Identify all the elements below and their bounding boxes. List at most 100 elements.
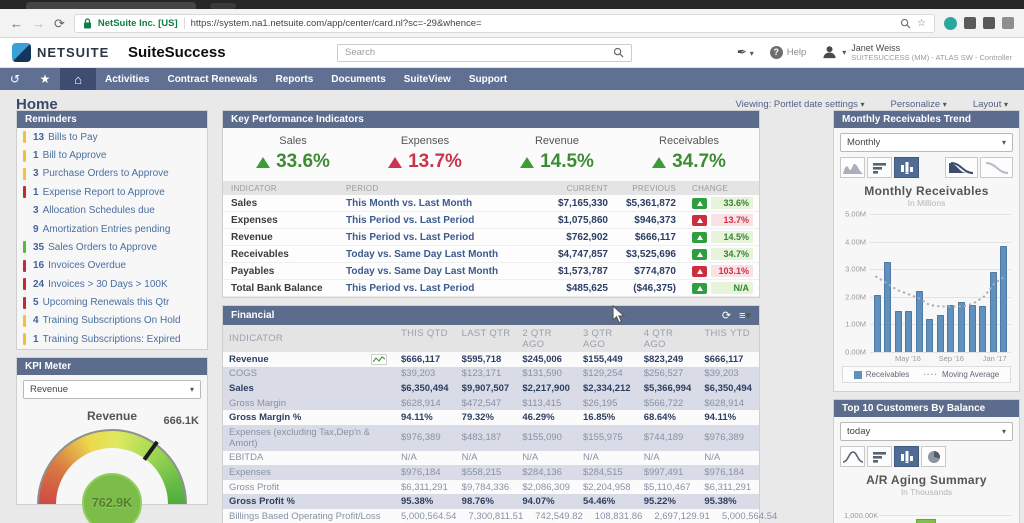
nav-item[interactable]: Reports (267, 74, 323, 85)
kpi-headline: Sales 33.6% Expenses 13.7% Revenue 14.5% Recei… (223, 128, 759, 181)
url-text[interactable]: https://system.na1.netsuite.com/app/cent… (191, 18, 894, 29)
area-chart-type-button[interactable] (840, 157, 865, 178)
refresh-icon[interactable]: ⟳ (722, 309, 731, 322)
extension-icon[interactable] (1002, 17, 1014, 29)
reminder-item[interactable]: 13 Bills to Pay (17, 128, 207, 146)
home-icon[interactable]: ⌂ (60, 68, 96, 90)
search-icon[interactable] (613, 47, 624, 58)
layout-menu[interactable]: Layout ▾ (973, 99, 1008, 110)
kpi-row[interactable]: Receivables Today vs. Same Day Last Month… (223, 246, 759, 263)
receivables-period-select[interactable]: Monthly ▾ (840, 133, 1013, 152)
vbar-chart-type-button[interactable] (894, 446, 919, 467)
kpi-gauge[interactable]: 666.1K 762.9K (37, 415, 199, 523)
nav-item[interactable]: Documents (322, 74, 394, 85)
financial-row[interactable]: EBITDA N/A N/A N/A N/A N/A N/A (223, 450, 759, 466)
help-menu[interactable]: ? Help (769, 45, 806, 59)
financial-row[interactable]: Expenses (excluding Tax,Dep'n & Amort) $9… (223, 424, 759, 451)
financial-value: $155,090 (522, 432, 562, 444)
vbar-chart-type-button[interactable] (894, 157, 919, 178)
kpi-portlet-header[interactable]: Key Performance Indicators (223, 111, 759, 128)
portlet-menu-icon[interactable]: ≡▾ (739, 309, 751, 322)
nav-item[interactable]: SuiteView (395, 74, 460, 85)
nav-item[interactable]: Contract Renewals (158, 74, 266, 85)
kpi-headline-item[interactable]: Receivables 34.7% (623, 135, 755, 173)
kpi-row[interactable]: Total Bank Balance This Period vs. Last P… (223, 280, 759, 297)
netsuite-logo-icon[interactable] (12, 43, 31, 62)
browser-back-icon[interactable]: ← (10, 17, 23, 30)
hbar-chart-type-button[interactable] (867, 446, 892, 467)
reminder-item[interactable]: 16 Invoices Overdue (17, 257, 207, 275)
line-chart-type-button[interactable] (840, 446, 865, 467)
main-nav: ↺ ★ ⌂ Activities Contract Renewals Reports… (0, 68, 1024, 90)
column-header: THIS YTD (704, 327, 750, 339)
nav-item[interactable]: Support (460, 74, 516, 85)
top-customers-select[interactable]: today ▾ (840, 422, 1013, 441)
url-box[interactable]: NetSuite Inc. [US] https://system.na1.ne… (73, 13, 935, 33)
financial-header[interactable]: Financial ⟳ ≡▾ (223, 306, 759, 325)
reminder-item[interactable]: 35 Sales Orders to Approve (17, 238, 207, 256)
url-search-icon[interactable] (900, 18, 911, 29)
kpi-row[interactable]: Revenue This Period vs. Last Period $762,9… (223, 229, 759, 246)
y-axis-tick: 0.00M (845, 347, 866, 357)
financial-value: $976,389 (401, 432, 441, 444)
reminder-item[interactable]: 9 Amortization Entries pending (17, 220, 207, 238)
extension-icon[interactable] (964, 17, 976, 29)
kpi-meter-header[interactable]: KPI Meter (17, 357, 207, 375)
financial-row[interactable]: Gross Profit $6,311,291 $9,784,336 $2,086,3… (223, 479, 759, 495)
reminder-item[interactable]: 4 Training Subscriptions On Hold (17, 312, 207, 330)
financial-row[interactable]: Revenue $666,117 $595,718 $245,006 $155,449 $… (223, 352, 759, 367)
legend-swatch-receivables (853, 370, 862, 379)
hbar-chart-type-button[interactable] (867, 157, 892, 178)
bookmark-star-icon[interactable]: ☆ (917, 18, 926, 29)
financial-indicator: Gross Margin (229, 397, 287, 409)
reminder-item[interactable]: 3 Allocation Schedules due (17, 202, 207, 220)
user-menu[interactable]: ▾ Janet Weiss SUITESUCCESS (MM) - ATLAS … (822, 43, 1012, 62)
extension-icon[interactable] (944, 16, 957, 30)
kpi-meter-select[interactable]: Revenue ▾ (23, 379, 201, 399)
financial-value: 94.11% (401, 412, 433, 424)
receivables-trend-header[interactable]: Monthly Receivables Trend (834, 111, 1019, 128)
trend-style-light-button[interactable] (980, 157, 1013, 178)
reminder-item[interactable]: 1 Training Subscriptions: Expired (17, 330, 207, 348)
reminder-item[interactable]: 1 Bill to Approve (17, 146, 207, 164)
browser-extensions (944, 16, 1014, 30)
financial-row[interactable]: COGS $39,203 $123,171 $131,590 $129,254 $256,… (223, 366, 759, 382)
financial-value: 7,300,811.51 (468, 510, 524, 522)
pie-chart-type-button[interactable] (921, 446, 946, 467)
kpi-row[interactable]: Sales This Month vs. Last Month $7,165,330… (223, 195, 759, 212)
kpi-headline-item[interactable]: Revenue 14.5% (491, 135, 623, 173)
kpi-row[interactable]: Payables Today vs. Same Day Last Month $1,… (223, 263, 759, 280)
financial-row[interactable]: Sales $6,350,494 $9,907,507 $2,217,900 $2,33… (223, 381, 759, 396)
viewing-menu[interactable]: Viewing: Portlet date settings ▾ (736, 99, 865, 110)
kpi-row[interactable]: Expenses This Period vs. Last Period $1,07… (223, 212, 759, 229)
financial-row[interactable]: Gross Profit % 95.38% 98.76% 94.07% 54.46% 95… (223, 494, 759, 509)
top-customers-header[interactable]: Top 10 Customers By Balance (834, 400, 1019, 417)
shortcuts-star-icon[interactable]: ★ (30, 72, 60, 86)
nav-item[interactable]: Activities (96, 74, 158, 85)
financial-row[interactable]: Gross Margin % 94.11% 79.32% 46.29% 16.85% 68… (223, 410, 759, 425)
global-search-input[interactable]: Search (337, 43, 632, 62)
browser-refresh-icon[interactable]: ⟳ (54, 17, 65, 30)
personalize-menu[interactable]: Personalize ▾ (891, 99, 947, 110)
reminder-item[interactable]: 3 Purchase Orders to Approve (17, 165, 207, 183)
reminders-header[interactable]: Reminders (17, 111, 207, 128)
ar-bar[interactable] (916, 519, 936, 523)
kpi-headline-item[interactable]: Expenses 13.7% (359, 135, 491, 173)
trend-style-dark-button[interactable] (945, 157, 978, 178)
browser-new-tab-button[interactable] (210, 3, 236, 9)
browser-forward-icon[interactable]: → (32, 17, 45, 30)
financial-row[interactable]: Gross Margin $628,914 $472,547 $113,415 $26,… (223, 395, 759, 411)
reminder-item[interactable]: 24 Invoices > 30 Days > 100K (17, 275, 207, 293)
recent-records-icon[interactable]: ↺ (0, 72, 30, 86)
financial-value: 742,549.82 (535, 510, 583, 522)
sparkline-icon[interactable] (371, 353, 387, 365)
reminder-item[interactable]: 5 Upcoming Renewals this Qtr (17, 293, 207, 311)
extension-icon[interactable] (983, 17, 995, 29)
quick-add-menu[interactable]: ✒ ▾ (737, 45, 754, 59)
financial-row[interactable]: Billings Based Operating Profit/Loss 5,00… (223, 508, 777, 523)
reminder-item[interactable]: 1 Expense Report to Approve (17, 183, 207, 201)
financial-row[interactable]: Expenses $976,184 $558,215 $284,136 $284,515… (223, 465, 759, 480)
kpi-headline-item[interactable]: Sales 33.6% (227, 135, 359, 173)
reminders-list: 13 Bills to Pay 1 Bill to Approve 3 Purchase … (17, 128, 207, 349)
browser-tab[interactable] (26, 2, 196, 9)
